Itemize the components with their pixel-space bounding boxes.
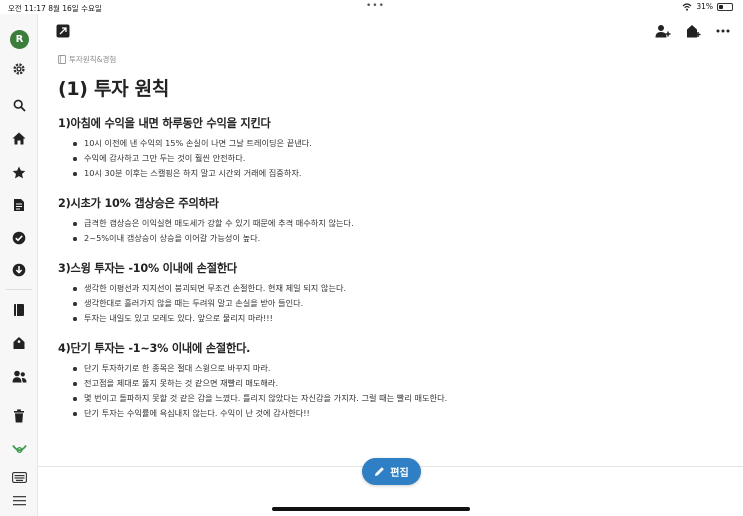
section-heading[interactable]: 4)단기 투자는 -1~3% 이내에 손절한다. [58, 340, 718, 356]
battery-percent: 31% [696, 2, 713, 11]
breadcrumb[interactable]: 투자원칙&경험 [58, 54, 718, 65]
multitasking-dots[interactable]: ••• [366, 1, 385, 11]
reminder-icon[interactable] [685, 23, 701, 39]
tag-icon[interactable] [10, 334, 28, 352]
list-item[interactable]: 급격한 갭상승은 이익실현 매도세가 강할 수 있기 때문에 추격 매수하지 않… [58, 216, 718, 231]
bullet-list: 급격한 갭상승은 이익실현 매도세가 강할 수 있기 때문에 추격 매수하지 않… [58, 216, 718, 246]
list-item[interactable]: 단기 투자는 수익률에 욕심내지 않는다. 수익이 난 것에 감사한다!! [58, 406, 718, 421]
add-user-icon[interactable] [655, 23, 671, 39]
status-bar: 오전 11:17 8월 16일 수요일 ••• 31% [0, 0, 743, 14]
sidebar: R [0, 14, 38, 516]
section-3: 3)스윙 투자는 -10% 이내에 손절한다 생각한 이평선과 지지선이 붕괴되… [58, 260, 718, 326]
edit-button[interactable]: 편집 [362, 458, 421, 485]
section-1: 1)아침에 수익을 내면 하루동안 수익을 지킨다 10시 이전에 낸 수익의 … [58, 115, 718, 181]
note-title[interactable]: (1) 투자 원칙 [58, 74, 718, 101]
star-icon[interactable] [10, 163, 28, 181]
section-heading[interactable]: 1)아침에 수익을 내면 하루동안 수익을 지킨다 [58, 115, 718, 131]
note-icon[interactable] [10, 196, 28, 214]
sidebar-divider [6, 289, 32, 290]
avatar[interactable]: R [10, 30, 29, 49]
download-icon[interactable] [10, 261, 28, 279]
section-2: 2)시초가 10% 갭상승은 주의하라 급격한 갭상승은 이익실현 매도세가 강… [58, 195, 718, 246]
status-time: 오전 11:17 8월 16일 수요일 [8, 4, 102, 13]
menu-icon[interactable] [10, 491, 28, 509]
section-4: 4)단기 투자는 -1~3% 이내에 손절한다. 단기 투자하기로 한 종목은 … [58, 340, 718, 421]
home-icon[interactable] [10, 129, 28, 147]
list-item[interactable]: 2~5%이내 갭상승이 상승을 이어갈 가능성이 높다. [58, 231, 718, 246]
trash-icon[interactable] [10, 407, 28, 425]
note-content: 투자원칙&경험 (1) 투자 원칙 1)아침에 수익을 내면 하루동안 수익을 … [58, 54, 718, 421]
check-circle-icon[interactable] [10, 229, 28, 247]
list-item[interactable]: 10시 30분 이후는 스캘핑은 하지 말고 시간외 거래에 집중하자. [58, 166, 718, 181]
list-item[interactable]: 생각한 이평선과 지지선이 붕괴되면 무조건 손절한다. 현재 제일 되지 않는… [58, 281, 718, 296]
toolbar-right [655, 23, 731, 39]
keyboard-icon[interactable] [10, 468, 28, 486]
list-item[interactable]: 수익에 감사하고 그만 두는 것이 훨씬 안전하다. [58, 151, 718, 166]
battery-icon [717, 2, 733, 11]
edit-button-label: 편집 [390, 468, 409, 479]
more-icon[interactable] [715, 23, 731, 39]
section-heading[interactable]: 2)시초가 10% 갭상승은 주의하라 [58, 195, 718, 211]
list-item[interactable]: 생각한대로 흘러가지 않을 때는 두려워 말고 손실을 받아 들인다. [58, 296, 718, 311]
list-item[interactable]: 전고점을 제대로 뚫지 못하는 것 같으면 재빨리 매도해라. [58, 376, 718, 391]
notebook-icon[interactable] [10, 301, 28, 319]
pencil-icon [375, 467, 385, 476]
wifi-icon [682, 2, 692, 11]
status-right: 31% [682, 2, 733, 11]
bullet-list: 생각한 이평선과 지지선이 붕괴되면 무조건 손절한다. 현재 제일 되지 않는… [58, 281, 718, 326]
people-icon[interactable] [10, 367, 28, 385]
list-item[interactable]: 10시 이전에 낸 수익의 15% 손실이 나면 그날 트레이딩은 끝낸다. [58, 136, 718, 151]
horn-icon[interactable] [10, 440, 28, 458]
section-heading[interactable]: 3)스윙 투자는 -10% 이내에 손절한다 [58, 260, 718, 276]
breadcrumb-label[interactable]: 투자원칙&경험 [69, 54, 116, 65]
list-item[interactable]: 몇 번이고 돌파하지 못할 것 같은 감을 느꼈다. 틀리지 않았다는 자신감을… [58, 391, 718, 406]
expand-icon[interactable] [56, 23, 70, 38]
bullet-list: 10시 이전에 낸 수익의 15% 손실이 나면 그날 트레이딩은 끝낸다. 수… [58, 136, 718, 181]
home-indicator[interactable] [272, 507, 470, 511]
notebook-small-icon [58, 55, 66, 64]
list-item[interactable]: 단기 투자하기로 한 종목은 절대 스윙으로 바꾸지 마라. [58, 361, 718, 376]
bullet-list: 단기 투자하기로 한 종목은 절대 스윙으로 바꾸지 마라. 전고점을 제대로 … [58, 361, 718, 421]
gear-icon[interactable] [10, 60, 28, 78]
list-item[interactable]: 투자는 내일도 있고 모레도 있다. 앞으로 물리지 마라!!! [58, 311, 718, 326]
search-icon[interactable] [10, 96, 28, 114]
